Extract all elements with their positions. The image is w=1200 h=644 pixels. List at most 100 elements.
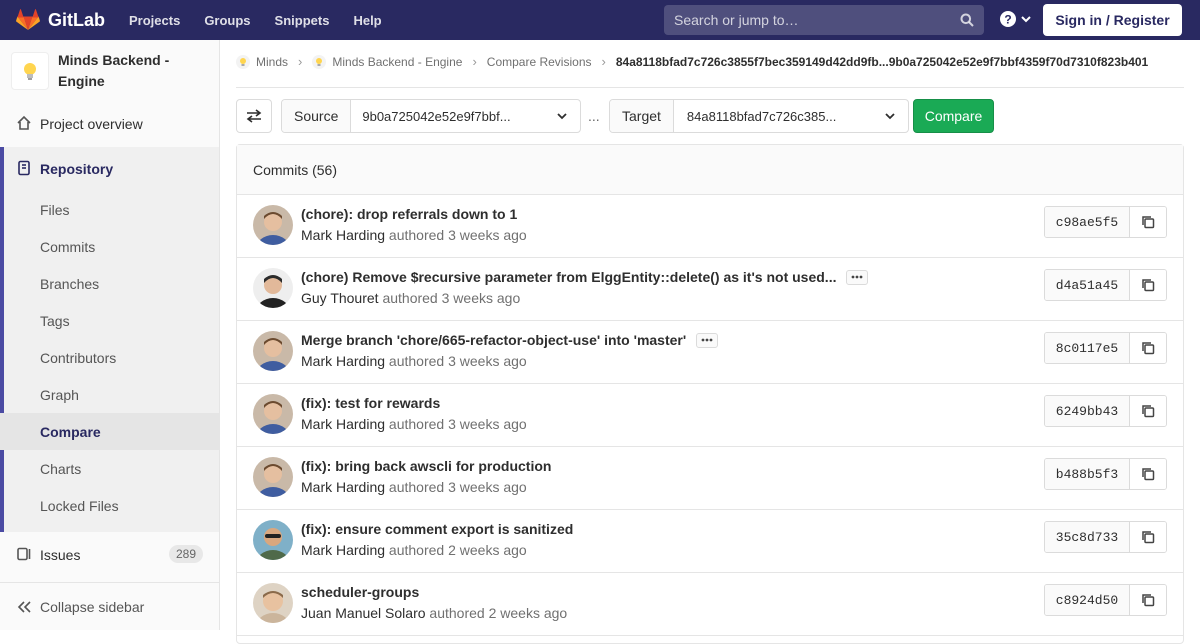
double-chevron-left-icon	[17, 601, 31, 613]
copy-sha-button[interactable]	[1130, 333, 1166, 363]
authored-label: authored	[382, 290, 438, 306]
commit-sha[interactable]: c98ae5f5	[1045, 207, 1130, 237]
svg-text:?: ?	[1004, 13, 1011, 27]
author-avatar[interactable]	[253, 583, 293, 623]
project-header[interactable]: Minds Backend - Engine	[11, 50, 208, 92]
sidebar-item-label: Branches	[40, 275, 100, 292]
author-avatar[interactable]	[253, 331, 293, 371]
expand-description-button[interactable]	[846, 269, 869, 285]
chevron-right-icon: ›	[472, 54, 477, 69]
commit-sha[interactable]: c8924d50	[1045, 585, 1130, 615]
copy-sha-button[interactable]	[1130, 585, 1166, 615]
search-input[interactable]	[674, 12, 944, 28]
sidebar-item-files[interactable]: Files	[0, 191, 219, 228]
nav-groups[interactable]: Groups	[204, 13, 250, 28]
commit-author[interactable]: Mark Harding	[301, 227, 385, 243]
copy-sha-button[interactable]	[1130, 459, 1166, 489]
commit-title-link[interactable]: (fix): ensure comment export is sanitize…	[301, 521, 573, 537]
author-avatar[interactable]	[253, 394, 293, 434]
nav-projects[interactable]: Projects	[129, 13, 180, 28]
sign-in-register-button[interactable]: Sign in / Register	[1043, 4, 1182, 36]
commit-sha[interactable]: 8c0117e5	[1045, 333, 1130, 363]
source-value: 9b0a725042e52e9f7bbf...	[362, 108, 511, 124]
sidebar-item-graph[interactable]: Graph	[0, 376, 219, 413]
commit-time: 3 weeks ago	[448, 479, 527, 495]
commit-author[interactable]: Guy Thouret	[301, 290, 379, 306]
commit-list: (chore): drop referrals down to 1 Mark Ha…	[237, 195, 1183, 636]
commit-meta: Mark Harding authored 3 weeks ago	[301, 353, 527, 369]
commit-meta: Mark Harding authored 3 weeks ago	[301, 416, 527, 432]
commit-title-link[interactable]: scheduler-groups	[301, 584, 419, 600]
lightbulb-icon	[312, 54, 327, 69]
sidebar-item-contributors[interactable]: Contributors	[0, 339, 219, 376]
commits-panel: Commits (56) (chore): drop referrals dow…	[236, 144, 1184, 644]
sidebar-item-project-overview[interactable]: Project overview	[0, 105, 219, 142]
collapse-sidebar-button[interactable]: Collapse sidebar	[0, 582, 219, 630]
help-dropdown[interactable]: ?	[1000, 11, 1032, 27]
sidebar-item-charts[interactable]: Charts	[0, 450, 219, 487]
authored-label: authored	[388, 479, 445, 495]
source-dropdown[interactable]: 9b0a725042e52e9f7bbf...	[351, 100, 580, 132]
commit-title-link[interactable]: (fix): test for rewards	[301, 395, 440, 411]
source-group: Source 9b0a725042e52e9f7bbf...	[281, 99, 581, 133]
copy-sha-button[interactable]	[1130, 207, 1166, 237]
sidebar-item-locked-files[interactable]: Locked Files	[0, 487, 219, 524]
sidebar-item-commits[interactable]: Commits	[0, 228, 219, 265]
commit-meta: Juan Manuel Solaro authored 2 weeks ago	[301, 605, 567, 621]
commit-row: (fix): bring back awscli for production M…	[237, 447, 1183, 510]
commit-title-link[interactable]: (fix): bring back awscli for production	[301, 458, 551, 474]
commit-sha[interactable]: 35c8d733	[1045, 522, 1130, 552]
commit-time: 3 weeks ago	[448, 227, 527, 243]
commit-sha[interactable]: d4a51a45	[1045, 270, 1130, 300]
author-avatar[interactable]	[253, 457, 293, 497]
sidebar-item-compare[interactable]: Compare	[0, 413, 219, 450]
authored-label: authored	[388, 353, 445, 369]
sidebar-item-branches[interactable]: Branches	[0, 265, 219, 302]
commit-sha-group: 8c0117e5	[1044, 332, 1167, 364]
copy-sha-button[interactable]	[1130, 522, 1166, 552]
sidebar-item-tags[interactable]: Tags	[0, 302, 219, 339]
author-avatar[interactable]	[253, 205, 293, 245]
commit-author[interactable]: Mark Harding	[301, 479, 385, 495]
copy-sha-button[interactable]	[1130, 270, 1166, 300]
sidebar-item-label: Files	[40, 201, 70, 218]
commit-sha[interactable]: 6249bb43	[1045, 396, 1130, 426]
commit-meta: Guy Thouret authored 3 weeks ago	[301, 290, 520, 306]
commit-author[interactable]: Mark Harding	[301, 542, 385, 558]
commit-title-link[interactable]: (chore): drop referrals down to 1	[301, 206, 517, 222]
copy-icon	[1142, 468, 1155, 481]
breadcrumb-current[interactable]: 84a8118bfad7c726c3855f7bec359149d42dd9fb…	[616, 55, 1148, 69]
breadcrumb-minds[interactable]: Minds	[236, 54, 289, 69]
compare-button[interactable]: Compare	[913, 99, 994, 133]
sidebar-item-repository[interactable]: Repository	[0, 150, 219, 187]
sidebar-item-issues[interactable]: Issues 289	[0, 536, 219, 573]
swap-arrows-icon	[246, 109, 262, 123]
author-avatar[interactable]	[253, 520, 293, 560]
project-name: Minds Backend - Engine	[58, 52, 170, 89]
target-group: Target 84a8118bfad7c726c385...	[609, 99, 909, 133]
author-avatar[interactable]	[253, 268, 293, 308]
commit-sha[interactable]: b488b5f3	[1045, 459, 1130, 489]
gitlab-home-link[interactable]: GitLab	[16, 0, 105, 40]
copy-sha-button[interactable]	[1130, 396, 1166, 426]
commit-title-link[interactable]: Merge branch 'chore/665-refactor-object-…	[301, 332, 686, 348]
commit-author[interactable]: Juan Manuel Solaro	[301, 605, 426, 621]
commit-author[interactable]: Mark Harding	[301, 353, 385, 369]
commit-row: scheduler-groups Juan Manuel Solaro autho…	[237, 573, 1183, 636]
commit-title: (chore) Remove $recursive parameter from…	[301, 269, 869, 285]
commit-title-link[interactable]: (chore) Remove $recursive parameter from…	[301, 269, 836, 285]
authored-label: authored	[388, 227, 445, 243]
breadcrumb-project[interactable]: Minds Backend - Engine	[312, 54, 462, 69]
commit-title: (fix): bring back awscli for production	[301, 458, 551, 474]
breadcrumb-label: Minds	[256, 54, 289, 69]
nav-help[interactable]: Help	[353, 13, 381, 28]
nav-snippets[interactable]: Snippets	[275, 13, 330, 28]
expand-description-button[interactable]	[696, 332, 719, 348]
commit-time: 3 weeks ago	[441, 290, 521, 306]
swap-revisions-button[interactable]	[236, 99, 272, 133]
commit-author[interactable]: Mark Harding	[301, 416, 385, 432]
target-dropdown[interactable]: 84a8118bfad7c726c385...	[674, 100, 908, 132]
sidebar-item-label: Locked Files	[40, 497, 119, 514]
breadcrumb-compare[interactable]: Compare Revisions	[487, 55, 592, 69]
authored-label: authored	[388, 542, 445, 558]
